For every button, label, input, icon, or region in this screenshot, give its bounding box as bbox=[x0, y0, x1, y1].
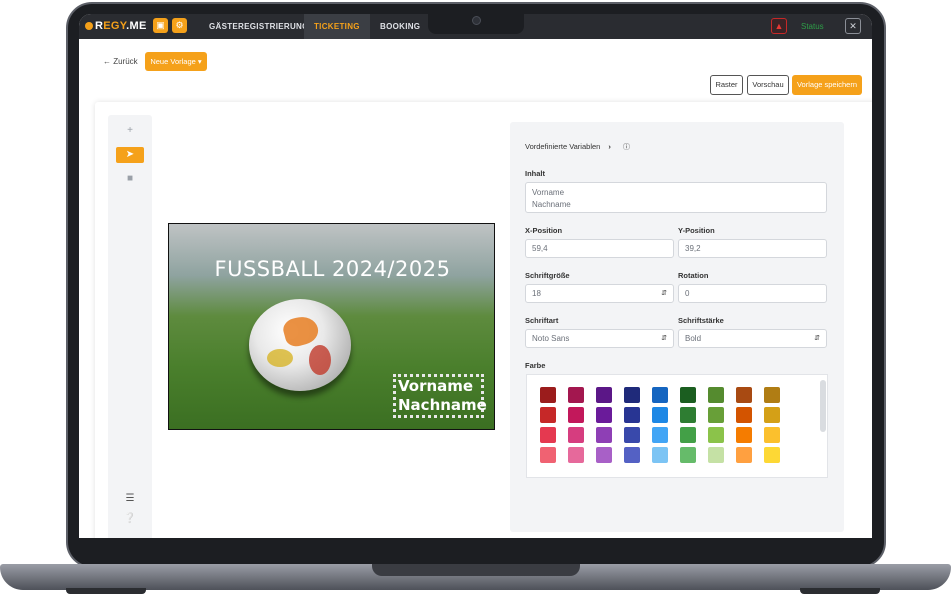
font-weight-label: Schriftstärke bbox=[678, 316, 724, 325]
laptop-foot-left bbox=[66, 588, 146, 594]
predefined-variables-label: Vordefinierte Variablen bbox=[525, 142, 601, 151]
content-line-2: Nachname bbox=[532, 200, 571, 209]
color-swatch[interactable] bbox=[708, 387, 724, 403]
color-swatch[interactable] bbox=[708, 407, 724, 423]
laptop-foot-right bbox=[800, 588, 880, 594]
color-swatch[interactable] bbox=[596, 407, 612, 423]
x-position-input[interactable]: 59,4 bbox=[525, 239, 674, 258]
nav-link-guest-registration[interactable]: GÄSTEREGISTRIERUNG bbox=[199, 14, 319, 39]
color-swatch[interactable] bbox=[736, 407, 752, 423]
color-swatch[interactable] bbox=[540, 407, 556, 423]
predefined-variables-toggle[interactable]: Vordefinierte Variablen › ⓘ bbox=[525, 142, 630, 152]
color-swatch[interactable] bbox=[596, 447, 612, 463]
content-textarea[interactable]: Vorname Nachname bbox=[525, 182, 827, 213]
color-swatch[interactable] bbox=[596, 387, 612, 403]
color-swatch[interactable] bbox=[736, 387, 752, 403]
color-swatch[interactable] bbox=[624, 427, 640, 443]
font-family-value: Noto Sans bbox=[532, 334, 570, 343]
font-weight-select[interactable]: Bold ⇵ bbox=[678, 329, 827, 348]
preview-button[interactable]: Vorschau bbox=[747, 75, 789, 95]
color-palette bbox=[526, 374, 828, 478]
help-circle-icon[interactable]: ⓘ bbox=[623, 144, 630, 151]
color-swatch[interactable] bbox=[652, 427, 668, 443]
chevron-right-icon: › bbox=[608, 142, 611, 151]
select-arrows-icon: ⇵ bbox=[814, 335, 820, 342]
grid-button[interactable]: Raster bbox=[710, 75, 743, 95]
color-swatch[interactable] bbox=[596, 427, 612, 443]
tools-icon[interactable]: ✕ bbox=[845, 18, 861, 34]
rocket-icon[interactable]: ▲ bbox=[771, 18, 787, 34]
color-swatch[interactable] bbox=[652, 447, 668, 463]
football-image bbox=[249, 299, 351, 391]
logo-dot-icon bbox=[85, 22, 93, 30]
color-swatch[interactable] bbox=[540, 427, 556, 443]
add-icon[interactable]: + bbox=[116, 123, 144, 139]
color-swatch[interactable] bbox=[680, 407, 696, 423]
font-family-select[interactable]: Noto Sans ⇵ bbox=[525, 329, 674, 348]
color-swatch[interactable] bbox=[652, 407, 668, 423]
camera-icon bbox=[472, 16, 481, 25]
name-first-line: Vorname bbox=[398, 377, 474, 395]
color-swatch[interactable] bbox=[680, 427, 696, 443]
font-size-label: Schriftgröße bbox=[525, 271, 570, 280]
nav-link-booking[interactable]: BOOKING bbox=[370, 14, 430, 39]
palette-scrollbar[interactable] bbox=[820, 380, 826, 432]
rotation-label: Rotation bbox=[678, 271, 709, 280]
select-arrows-icon: ⇵ bbox=[661, 290, 667, 297]
color-swatch[interactable] bbox=[708, 427, 724, 443]
color-swatch[interactable] bbox=[624, 407, 640, 423]
color-swatch[interactable] bbox=[624, 447, 640, 463]
color-swatch[interactable] bbox=[652, 387, 668, 403]
help-icon[interactable]: ❔ bbox=[116, 511, 144, 527]
nav-link-ticketing[interactable]: TICKETING bbox=[304, 14, 370, 39]
color-label: Farbe bbox=[525, 361, 546, 370]
trash-icon[interactable]: ■ bbox=[116, 171, 144, 187]
color-swatch[interactable] bbox=[764, 447, 780, 463]
color-swatch[interactable] bbox=[624, 387, 640, 403]
color-swatch[interactable] bbox=[680, 447, 696, 463]
font-family-label: Schriftart bbox=[525, 316, 559, 325]
color-swatch[interactable] bbox=[736, 427, 752, 443]
color-swatch[interactable] bbox=[708, 447, 724, 463]
color-swatch[interactable] bbox=[736, 447, 752, 463]
color-swatch[interactable] bbox=[764, 427, 780, 443]
gear-icon[interactable]: ⚙ bbox=[172, 18, 187, 33]
color-swatch[interactable] bbox=[568, 447, 584, 463]
lock-icon[interactable]: ▣ bbox=[153, 18, 168, 33]
save-template-button[interactable]: Vorlage speichern bbox=[792, 75, 862, 95]
y-position-input[interactable]: 39,2 bbox=[678, 239, 827, 258]
app-screen: REGY.ME ▣ ⚙ GÄSTEREGISTRIERUNG TICKETING… bbox=[79, 14, 872, 538]
ticket-title[interactable]: FUSSBALL 2024/2025 bbox=[169, 257, 494, 281]
color-swatch[interactable] bbox=[764, 407, 780, 423]
layers-icon[interactable]: ☰ bbox=[116, 491, 144, 507]
content-label: Inhalt bbox=[525, 169, 545, 178]
color-swatch[interactable] bbox=[540, 387, 556, 403]
color-swatch[interactable] bbox=[680, 387, 696, 403]
font-size-select[interactable]: 18 ⇵ bbox=[525, 284, 674, 303]
name-textbox[interactable]: Vorname Nachname bbox=[393, 374, 487, 418]
color-swatch[interactable] bbox=[568, 407, 584, 423]
font-weight-value: Bold bbox=[685, 334, 702, 343]
color-swatch[interactable] bbox=[568, 387, 584, 403]
ticket-preview[interactable]: FUSSBALL 2024/2025 Vorname Nachname bbox=[168, 223, 495, 430]
back-link[interactable]: ← Zurück bbox=[103, 57, 138, 66]
rotation-input[interactable]: 0 bbox=[678, 284, 827, 303]
status-label[interactable]: Status bbox=[801, 14, 824, 39]
new-template-button[interactable]: Neue Vorlage ▾ bbox=[145, 52, 207, 71]
y-position-label: Y-Position bbox=[678, 226, 715, 235]
color-swatch[interactable] bbox=[540, 447, 556, 463]
color-swatch[interactable] bbox=[568, 427, 584, 443]
name-last-line: Nachname bbox=[398, 396, 487, 414]
content-line-1: Vorname bbox=[532, 188, 565, 197]
app-logo[interactable]: REGY.ME bbox=[85, 20, 147, 32]
cursor-icon[interactable]: ➤ bbox=[116, 147, 144, 163]
color-swatch[interactable] bbox=[764, 387, 780, 403]
font-size-value: 18 bbox=[532, 289, 541, 298]
laptop-base-notch bbox=[372, 564, 580, 576]
select-arrows-icon: ⇵ bbox=[661, 335, 667, 342]
x-position-label: X-Position bbox=[525, 226, 563, 235]
